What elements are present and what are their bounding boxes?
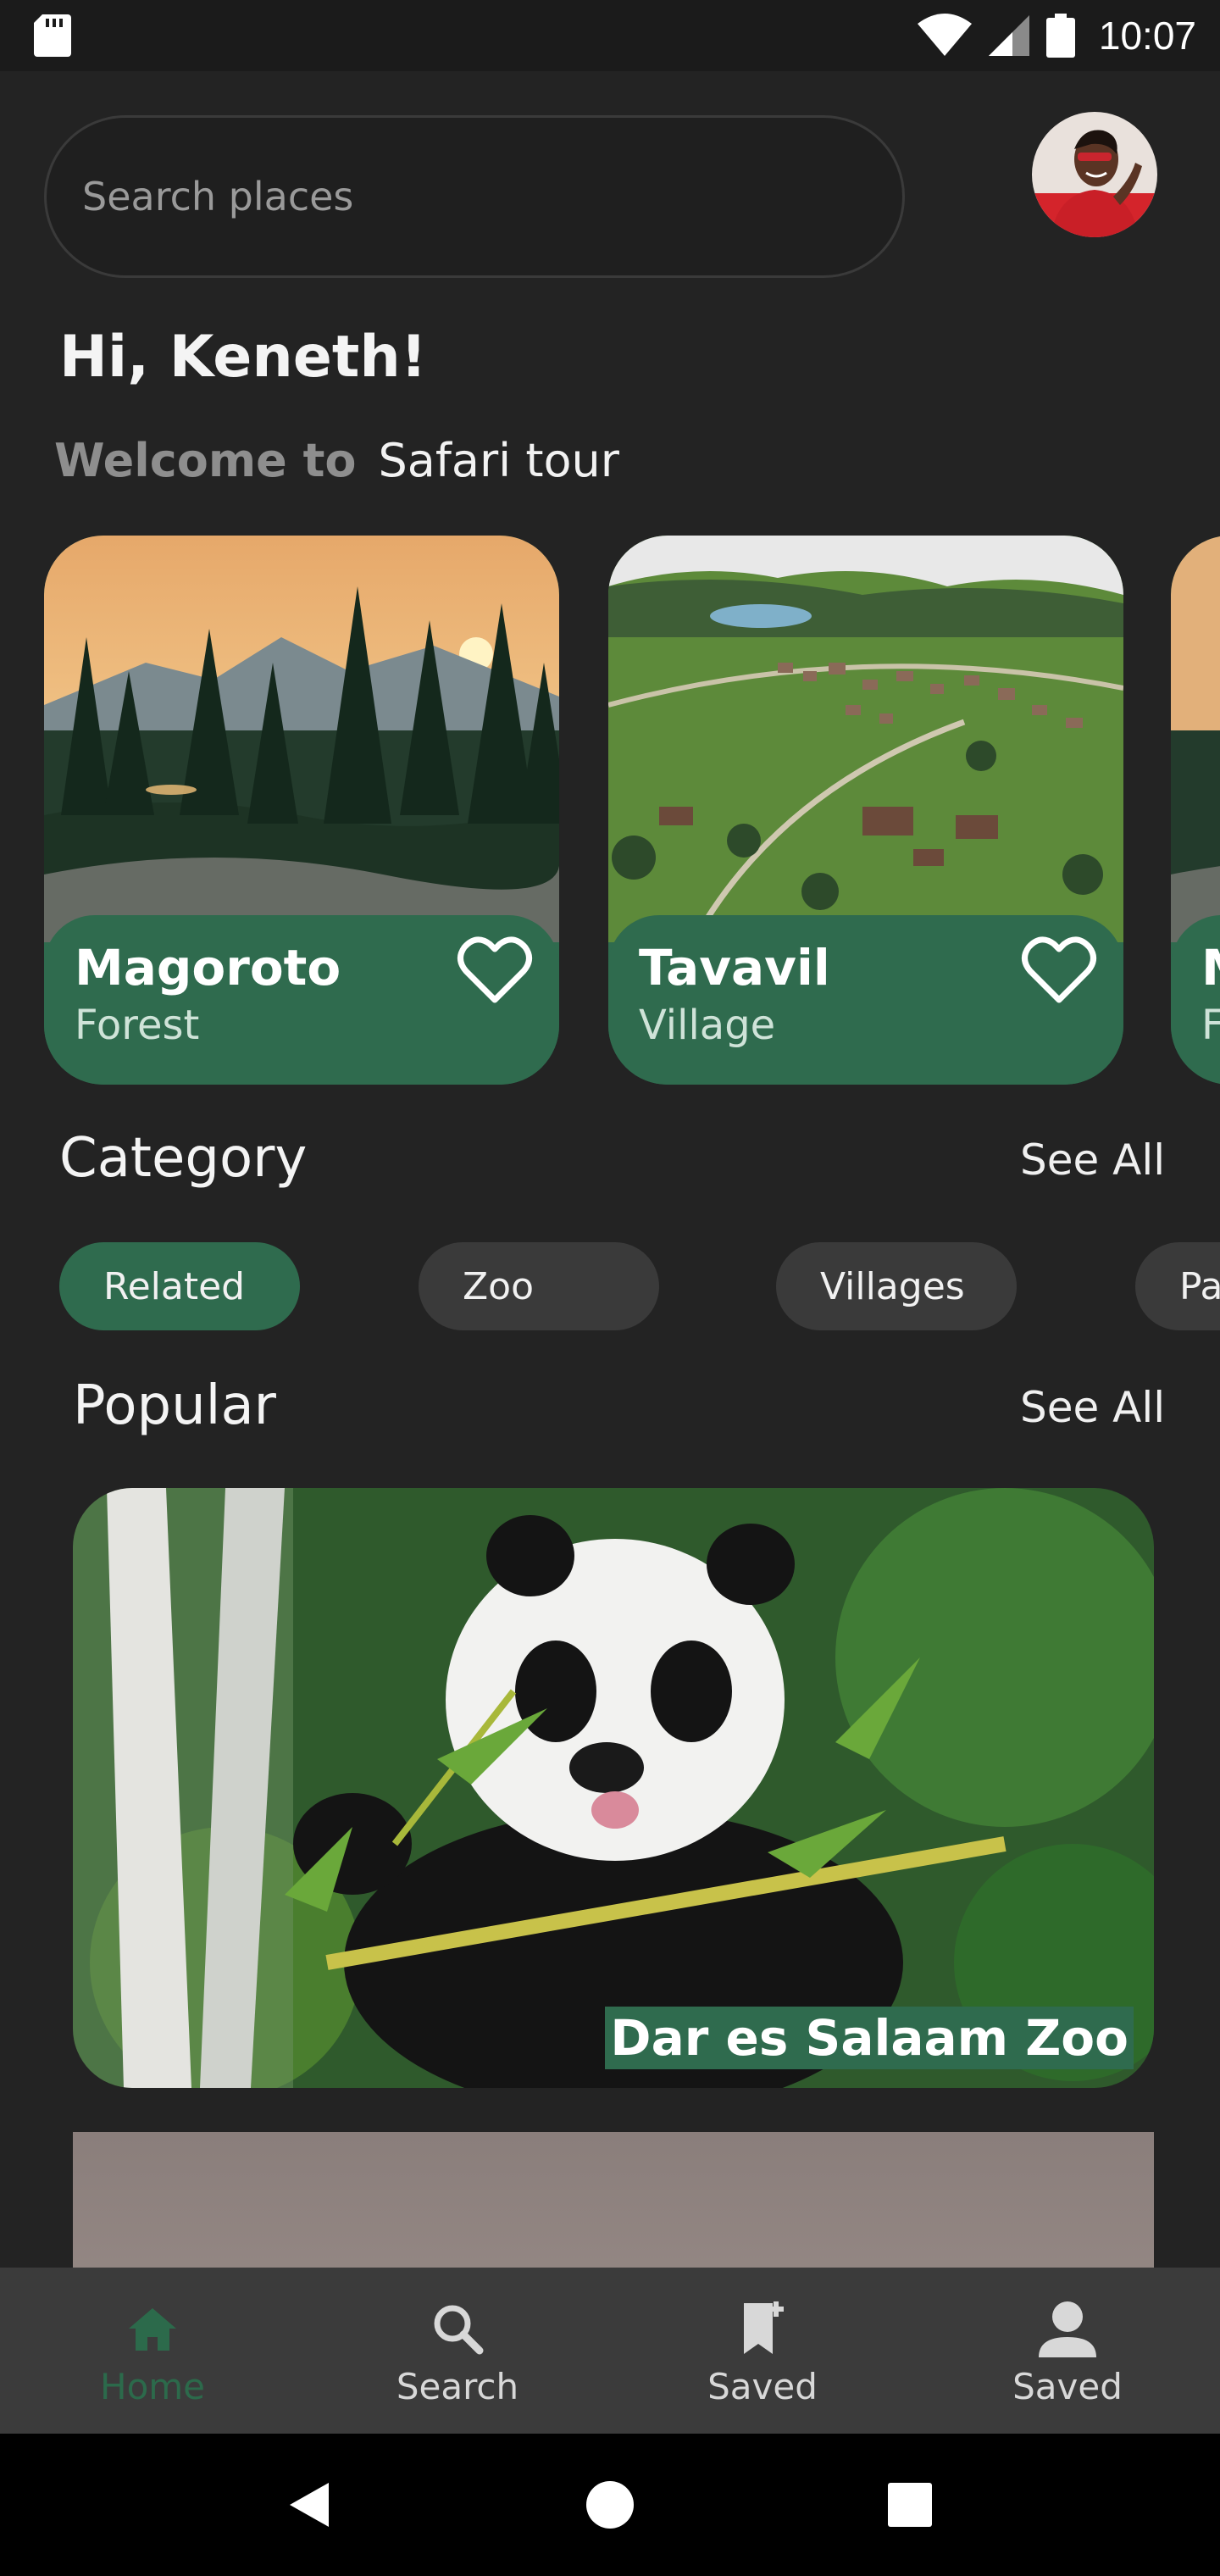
welcome-prefix: Welcome to xyxy=(54,434,357,487)
search-bar[interactable] xyxy=(44,115,905,278)
chip-label: Related xyxy=(103,1264,246,1308)
app-screen: 10:07 Hi, Keneth! Welcome to Safari tour xyxy=(0,0,1220,2576)
nav-home[interactable]: Home xyxy=(0,2268,305,2434)
chip-zoo[interactable]: Zoo xyxy=(419,1242,659,1330)
status-bar: 10:07 xyxy=(0,0,1220,71)
home-icon xyxy=(129,2307,176,2351)
chip-villages[interactable]: Villages xyxy=(776,1242,1017,1330)
forest-image xyxy=(1171,536,1220,942)
search-icon xyxy=(434,2305,484,2354)
status-time: 10:07 xyxy=(1098,14,1196,58)
chip-parks[interactable]: Pa xyxy=(1135,1242,1220,1330)
place-title: Magoroto xyxy=(75,939,341,997)
nav-label: Saved xyxy=(1012,2365,1123,2407)
panda-image xyxy=(73,1488,1154,2088)
avatar[interactable] xyxy=(1032,112,1157,237)
system-nav-bar xyxy=(0,2434,1220,2576)
place-card-partial[interactable]: M F xyxy=(1171,536,1220,1085)
nav-saved[interactable]: Saved xyxy=(610,2268,915,2434)
heart-icon[interactable] xyxy=(452,927,537,1012)
chip-label: Zoo xyxy=(463,1264,534,1308)
place-subtitle: Forest xyxy=(75,1002,200,1049)
recents-icon[interactable] xyxy=(883,2478,937,2532)
chip-label: Villages xyxy=(820,1264,965,1308)
battery-icon xyxy=(1045,14,1075,58)
welcome-app-name: Safari tour xyxy=(378,434,619,487)
popular-item-label: Dar es Salaam Zoo xyxy=(605,2007,1134,2069)
heart-icon[interactable] xyxy=(1017,927,1101,1012)
place-card-magoroto[interactable]: Magoroto Forest xyxy=(44,536,559,1085)
nav-profile[interactable]: Saved xyxy=(915,2268,1220,2434)
cell-signal-icon xyxy=(988,15,1029,56)
nav-search[interactable]: Search xyxy=(305,2268,610,2434)
popular-see-all-link[interactable]: See All xyxy=(1020,1383,1165,1432)
avatar-image xyxy=(1032,112,1157,237)
nav-label: Home xyxy=(99,2365,206,2407)
search-input[interactable] xyxy=(82,174,902,219)
place-title: M xyxy=(1201,939,1220,997)
place-subtitle: Village xyxy=(639,1002,776,1049)
place-subtitle: F xyxy=(1201,1002,1220,1049)
bottom-nav: Home Search Saved Saved xyxy=(0,2268,1220,2434)
popular-title: Popular xyxy=(73,1374,276,1437)
popular-card-zoo[interactable]: Dar es Salaam Zoo xyxy=(73,1488,1154,2088)
sd-card-icon xyxy=(34,14,71,57)
greeting-title: Hi, Keneth! xyxy=(59,324,427,391)
home-button-icon[interactable] xyxy=(583,2478,637,2532)
nav-label: Saved xyxy=(707,2365,818,2407)
welcome-line: Welcome to Safari tour xyxy=(54,434,619,487)
category-see-all-link[interactable]: See All xyxy=(1020,1135,1165,1185)
back-icon[interactable] xyxy=(283,2478,337,2532)
place-card-tavavil[interactable]: Tavavil Village xyxy=(608,536,1123,1085)
chip-label: Pa xyxy=(1179,1264,1220,1308)
chip-related[interactable]: Related xyxy=(59,1242,300,1330)
village-image xyxy=(608,536,1123,942)
wifi-icon xyxy=(917,14,972,56)
category-title: Category xyxy=(59,1127,308,1190)
place-title: Tavavil xyxy=(639,939,830,997)
person-icon xyxy=(1039,2301,1096,2357)
bookmark-add-icon xyxy=(744,2301,784,2354)
nav-label: Search xyxy=(396,2365,519,2407)
forest-image xyxy=(44,536,559,942)
